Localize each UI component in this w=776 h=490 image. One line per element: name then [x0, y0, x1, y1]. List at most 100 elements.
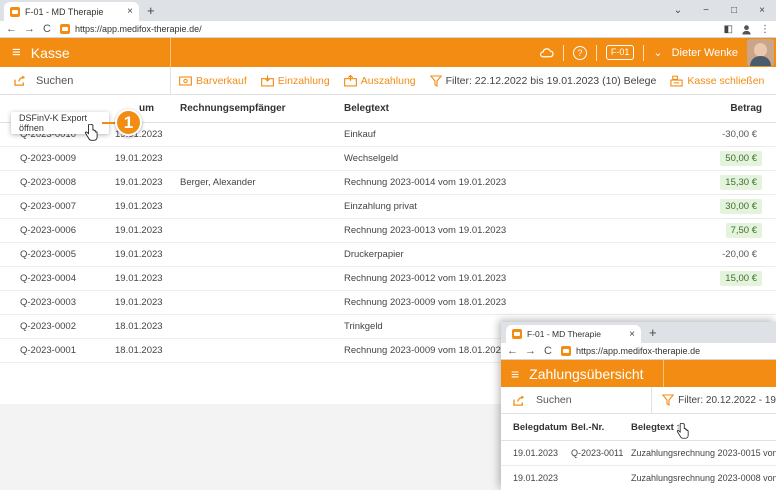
- amount-badge: -30,00 €: [722, 129, 757, 140]
- site-favicon-icon: [60, 24, 70, 34]
- profile-icon[interactable]: [741, 24, 752, 35]
- tab-search-chevron-icon[interactable]: ⌄: [664, 5, 692, 16]
- table-row[interactable]: Q-2023-0007 19.01.2023 Einzahlung privat 30…: [0, 195, 776, 219]
- cell-betrag: 7,50 €: [696, 223, 776, 238]
- minimize-button[interactable]: −: [692, 5, 720, 16]
- cell-belegdatum: 18.01.2023: [115, 321, 163, 332]
- search-field[interactable]: Suchen: [0, 67, 171, 94]
- table-row[interactable]: Q-2023-0003 19.01.2023 Rechnung 2023-0009 …: [0, 291, 776, 315]
- cell-belnr: Q-2023-0005: [20, 249, 76, 260]
- inset-cell-datum: 19.01.2023: [513, 473, 559, 483]
- header-divider: [643, 44, 645, 61]
- cell-belegtext: Einkauf: [344, 129, 376, 140]
- location-badge[interactable]: F-01: [605, 45, 635, 60]
- url-field[interactable]: https://app.medifox-therapie.de/: [60, 24, 202, 34]
- cell-belegdatum: 19.01.2023: [115, 153, 163, 164]
- sidepanel-icon[interactable]: ◧: [724, 24, 733, 35]
- table-row[interactable]: Q-2023-0006 19.01.2023 Rechnung 2023-0013 …: [0, 219, 776, 243]
- einzahlung-label: Einzahlung: [277, 74, 330, 87]
- user-menu-chevron-icon[interactable]: ⌄: [653, 46, 662, 59]
- cash-icon: [179, 75, 192, 86]
- step-number-badge: 1: [115, 109, 142, 136]
- hamburger-menu-icon[interactable]: ≡: [12, 45, 21, 60]
- inset-page-title: Zahlungsübersicht: [529, 365, 644, 382]
- amount-badge: 50,00 €: [720, 151, 762, 166]
- export-arrow-icon[interactable]: [14, 75, 27, 86]
- inset-cell-datum: 19.01.2023: [513, 448, 559, 458]
- barverkauf-label: Barverkauf: [196, 74, 247, 87]
- new-tab-button[interactable]: +: [147, 3, 155, 18]
- kasse-schliessen-button[interactable]: Kasse schließen: [670, 75, 764, 87]
- hand-cursor-icon: [84, 124, 98, 141]
- cell-betrag: 15,00 €: [696, 271, 776, 286]
- inset-col-header-belegdatum[interactable]: Belegdatum: [501, 422, 571, 433]
- inset-url-field[interactable]: https://app.medifox-therapie.de: [561, 346, 700, 356]
- col-header-betrag[interactable]: Betrag: [696, 103, 776, 114]
- inset-search-field[interactable]: Suchen: [501, 387, 653, 413]
- table-row[interactable]: Q-2023-0008 19.01.2023 Berger, Alexander Re…: [0, 171, 776, 195]
- app-header: ≡ Kasse ? F-01 ⌄ Dieter Wenke: [0, 38, 776, 67]
- inset-export-arrow-icon[interactable]: [513, 394, 526, 406]
- tab-close-icon[interactable]: ×: [127, 6, 133, 17]
- einzahlung-button[interactable]: Einzahlung: [260, 74, 330, 87]
- zahlungsuebersicht-inset: F-01 - MD Therapie × + ← → C https://app…: [501, 322, 776, 490]
- inset-table-row[interactable]: 19.01.2023 Q-2023-0011 Zuzahlungsrechnung …: [501, 441, 776, 466]
- inset-filter-funnel-icon: [662, 394, 675, 406]
- inset-url-text: https://app.medifox-therapie.de: [576, 346, 701, 356]
- withdraw-icon: [343, 74, 357, 86]
- inset-browser-tab[interactable]: F-01 - MD Therapie ×: [506, 325, 641, 343]
- window-controls: ⌄ − □ ×: [664, 0, 776, 21]
- cell-belnr: Q-2023-0006: [20, 225, 76, 236]
- inset-filter-button[interactable]: Filter: 20.12.2022 - 19: [652, 394, 776, 406]
- cell-belegtext: Wechselgeld: [344, 153, 399, 164]
- cell-belegtext: Rechnung 2023-0013 vom 19.01.2023: [344, 225, 507, 236]
- back-arrow-icon[interactable]: ←: [6, 23, 17, 35]
- col-header-empfaenger[interactable]: Rechnungsempfänger: [180, 103, 344, 114]
- amount-badge: 7,50 €: [725, 223, 762, 238]
- amount-badge: 15,30 €: [720, 175, 762, 190]
- auszahlung-button[interactable]: Auszahlung: [343, 74, 416, 87]
- reload-icon[interactable]: C: [42, 23, 52, 35]
- cell-belegtext: Rechnung 2023-0012 vom 19.01.2023: [344, 273, 507, 284]
- inset-app-header: ≡ Zahlungsübersicht: [501, 360, 776, 387]
- table-row[interactable]: Q-2023-0005 19.01.2023 Druckerpapier -20,00…: [0, 243, 776, 267]
- cell-belegdatum: 19.01.2023: [115, 297, 163, 308]
- cell-belnr: Q-2023-0008: [20, 177, 76, 188]
- inset-col-header-belegtext[interactable]: Belegtext ↑: [631, 422, 776, 433]
- cell-belnr: Q-2023-0004: [20, 273, 76, 284]
- medifox-favicon-icon: [10, 6, 20, 17]
- cell-belegtext: Einzahlung privat: [344, 201, 417, 212]
- inset-col-header-belnr[interactable]: Bel.-Nr.: [571, 422, 631, 433]
- inset-hand-cursor-icon: [676, 423, 689, 439]
- help-icon[interactable]: ?: [572, 45, 587, 60]
- filter-label: Filter: 22.12.2022 bis 19.01.2023 (10) B…: [445, 74, 657, 87]
- col-header-belegtext[interactable]: Belegtext: [344, 103, 696, 114]
- table-row[interactable]: Q-2023-0004 19.01.2023 Rechnung 2023-0012 …: [0, 267, 776, 291]
- header-divider: [562, 44, 564, 61]
- inset-reload-icon[interactable]: C: [543, 345, 553, 357]
- browser-tab-title: F-01 - MD Therapie: [25, 6, 104, 17]
- inset-hamburger-icon[interactable]: ≡: [511, 366, 519, 382]
- cell-betrag: 50,00 €: [696, 151, 776, 166]
- barverkauf-button[interactable]: Barverkauf: [179, 75, 247, 87]
- cell-betrag: 30,00 €: [696, 199, 776, 214]
- inset-table-row[interactable]: 19.01.2023 Zuzahlungsrechnung 2023-0008 v…: [501, 466, 776, 490]
- inset-tab-title: F-01 - MD Therapie: [527, 329, 602, 339]
- filter-button[interactable]: Filter: 22.12.2022 bis 19.01.2023 (10) B…: [429, 74, 657, 87]
- cloud-icon[interactable]: [539, 47, 554, 58]
- table-row[interactable]: Q-2023-0009 19.01.2023 Wechselgeld 50,00 €: [0, 147, 776, 171]
- inset-tab-close-icon[interactable]: ×: [629, 329, 635, 340]
- maximize-button[interactable]: □: [720, 5, 748, 16]
- avatar[interactable]: [747, 39, 774, 66]
- inset-new-tab-button[interactable]: +: [649, 325, 657, 340]
- inset-forward-arrow-icon[interactable]: →: [525, 345, 536, 357]
- browser-menu-icon[interactable]: ⋮: [760, 24, 770, 35]
- inset-back-arrow-icon[interactable]: ←: [507, 345, 518, 357]
- user-name[interactable]: Dieter Wenke: [672, 47, 738, 59]
- forward-arrow-icon[interactable]: →: [24, 23, 35, 35]
- cell-belegdatum: 19.01.2023: [115, 273, 163, 284]
- browser-tab[interactable]: F-01 - MD Therapie ×: [4, 2, 139, 21]
- close-window-button[interactable]: ×: [748, 5, 776, 16]
- cell-belegtext: Druckerpapier: [344, 249, 404, 260]
- kasse-schliessen-label: Kasse schließen: [687, 74, 765, 87]
